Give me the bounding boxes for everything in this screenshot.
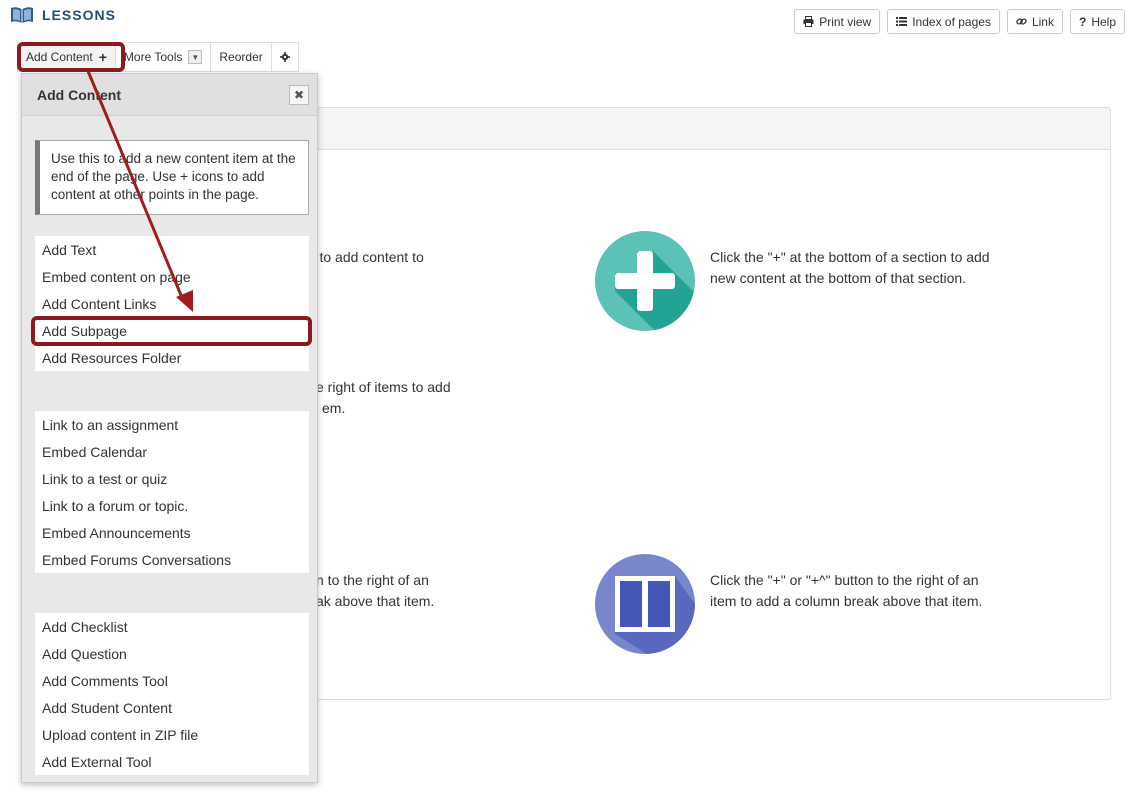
columns-circle-icon bbox=[595, 554, 695, 654]
link-label: Link bbox=[1031, 14, 1054, 29]
menu-item-add-content-links[interactable]: Add Content Links bbox=[35, 290, 309, 317]
menu-group-basic: Add Text Embed content on page Add Conte… bbox=[35, 236, 309, 371]
link-button[interactable]: Link bbox=[1006, 9, 1063, 34]
menu-item-add-comments-tool[interactable]: Add Comments Tool bbox=[35, 667, 309, 694]
menu-item-link-forum[interactable]: Link to a forum or topic. bbox=[35, 492, 309, 519]
print-view-label: Print view bbox=[819, 14, 872, 29]
help-button[interactable]: ? Help bbox=[1069, 9, 1125, 34]
dropdown-title: Add Content bbox=[37, 86, 121, 103]
list-icon bbox=[896, 17, 908, 26]
menu-item-upload-zip[interactable]: Upload content in ZIP file bbox=[35, 721, 309, 748]
menu-item-link-assignment[interactable]: Link to an assignment bbox=[35, 411, 309, 438]
top-button-bar: Print view Index of pages Link ? Help bbox=[794, 9, 1125, 34]
panel-header bbox=[297, 108, 1110, 150]
dropdown-header: Add Content ✖ bbox=[22, 74, 317, 116]
page-title: LESSONS bbox=[42, 7, 116, 23]
help-label: Help bbox=[1091, 14, 1116, 29]
link-icon bbox=[1016, 18, 1027, 25]
panel-text: n to the right of an bbox=[316, 572, 429, 588]
panel-text: item to add a column break above that it… bbox=[710, 593, 983, 609]
index-of-pages-button[interactable]: Index of pages bbox=[887, 9, 1000, 34]
menu-item-add-resources-folder[interactable]: Add Resources Folder bbox=[35, 344, 309, 371]
more-tools-button[interactable]: More Tools ▼ bbox=[116, 43, 212, 71]
panel-text: em. bbox=[322, 400, 346, 416]
reorder-label: Reorder bbox=[219, 50, 263, 64]
panel-text: ab to add content to bbox=[300, 249, 424, 265]
add-subpage-highlight bbox=[31, 316, 312, 346]
menu-group-interactive: Add Checklist Add Question Add Comments … bbox=[35, 613, 309, 775]
menu-item-add-text[interactable]: Add Text bbox=[35, 236, 309, 263]
settings-button[interactable] bbox=[272, 43, 298, 71]
menu-item-add-external-tool[interactable]: Add External Tool bbox=[35, 748, 309, 775]
printer-icon bbox=[803, 16, 814, 27]
menu-item-embed-content[interactable]: Embed content on page bbox=[35, 263, 309, 290]
menu-item-embed-announcements[interactable]: Embed Announcements bbox=[35, 519, 309, 546]
book-icon bbox=[11, 7, 33, 23]
panel-text: ak above that item. bbox=[316, 593, 435, 609]
menu-item-embed-calendar[interactable]: Embed Calendar bbox=[35, 438, 309, 465]
menu-item-embed-forums[interactable]: Embed Forums Conversations bbox=[35, 546, 309, 573]
panel-text: new content at the bottom of that sectio… bbox=[710, 270, 967, 286]
close-icon[interactable]: ✖ bbox=[289, 84, 309, 105]
menu-group-tools: Link to an assignment Embed Calendar Lin… bbox=[35, 411, 309, 573]
question-icon: ? bbox=[1078, 14, 1087, 29]
panel-text: e right of items to add bbox=[316, 379, 451, 395]
panel-text: Click the "+" or "+^" button to the righ… bbox=[710, 572, 979, 588]
gear-icon bbox=[279, 52, 290, 62]
more-tools-label: More Tools bbox=[123, 50, 183, 64]
add-plus-circle-icon bbox=[595, 231, 695, 331]
lessons-header: LESSONS bbox=[10, 6, 116, 24]
dropdown-info-text: Use this to add a new content item at th… bbox=[35, 140, 309, 215]
index-of-pages-label: Index of pages bbox=[912, 14, 991, 29]
menu-item-link-quiz[interactable]: Link to a test or quiz bbox=[35, 465, 309, 492]
menu-item-add-checklist[interactable]: Add Checklist bbox=[35, 613, 309, 640]
add-content-dropdown: Add Content ✖ Use this to add a new cont… bbox=[21, 73, 318, 783]
menu-item-add-question[interactable]: Add Question bbox=[35, 640, 309, 667]
menu-item-add-student-content[interactable]: Add Student Content bbox=[35, 694, 309, 721]
add-content-highlight bbox=[17, 42, 125, 72]
reorder-button[interactable]: Reorder bbox=[211, 43, 272, 71]
panel-text: Click the "+" at the bottom of a section… bbox=[710, 249, 990, 265]
print-view-button[interactable]: Print view bbox=[794, 9, 881, 34]
caret-down-icon: ▼ bbox=[188, 50, 203, 64]
